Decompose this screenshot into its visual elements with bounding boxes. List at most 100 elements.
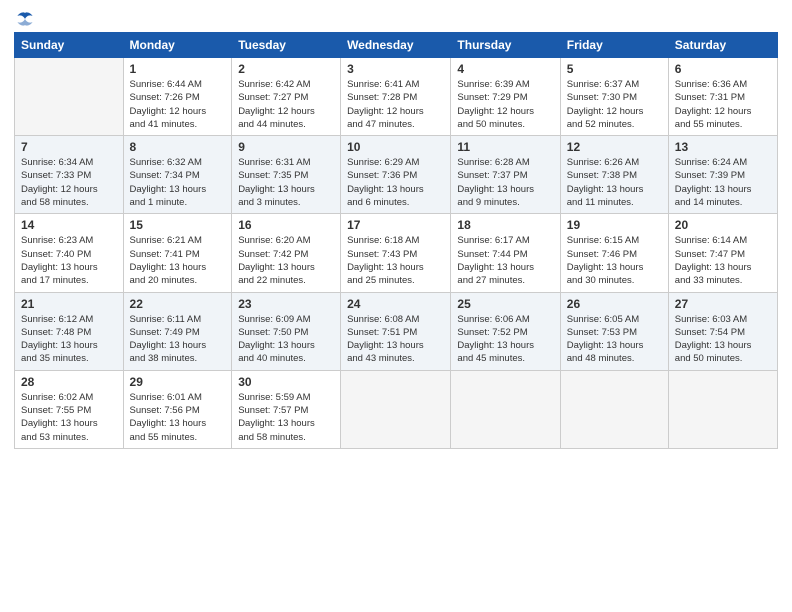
day-number: 2	[238, 62, 334, 76]
day-info: Sunrise: 6:09 AM Sunset: 7:50 PM Dayligh…	[238, 313, 334, 366]
day-number: 5	[567, 62, 662, 76]
day-number: 1	[130, 62, 226, 76]
day-number: 15	[130, 218, 226, 232]
header	[14, 10, 778, 24]
day-info: Sunrise: 6:26 AM Sunset: 7:38 PM Dayligh…	[567, 156, 662, 209]
day-number: 24	[347, 297, 444, 311]
day-number: 29	[130, 375, 226, 389]
calendar-day-cell: 5 Sunrise: 6:37 AM Sunset: 7:30 PM Daylig…	[560, 58, 668, 136]
day-number: 21	[21, 297, 117, 311]
day-info: Sunrise: 6:23 AM Sunset: 7:40 PM Dayligh…	[21, 234, 117, 287]
logo	[14, 10, 34, 24]
calendar-day-cell: 13 Sunrise: 6:24 AM Sunset: 7:39 PM Dayli…	[668, 136, 777, 214]
day-number: 10	[347, 140, 444, 154]
calendar-day-header: Monday	[123, 33, 232, 58]
calendar-week-row: 28 Sunrise: 6:02 AM Sunset: 7:55 PM Dayli…	[15, 370, 778, 448]
day-info: Sunrise: 6:20 AM Sunset: 7:42 PM Dayligh…	[238, 234, 334, 287]
day-number: 23	[238, 297, 334, 311]
calendar-day-cell	[451, 370, 560, 448]
calendar-day-cell: 14Sunrise: 6:23 AM Sunset: 7:40 PM Dayli…	[15, 214, 124, 292]
calendar-day-cell: 21 Sunrise: 6:12 AM Sunset: 7:48 PM Dayli…	[15, 292, 124, 370]
calendar-day-header: Thursday	[451, 33, 560, 58]
day-number: 26	[567, 297, 662, 311]
calendar-day-cell: 18 Sunrise: 6:17 AM Sunset: 7:44 PM Dayli…	[451, 214, 560, 292]
day-info: Sunrise: 6:12 AM Sunset: 7:48 PM Dayligh…	[21, 313, 117, 366]
day-info: Sunrise: 6:02 AM Sunset: 7:55 PM Dayligh…	[21, 391, 117, 444]
calendar-day-cell: 12Sunrise: 6:26 AM Sunset: 7:38 PM Dayli…	[560, 136, 668, 214]
calendar-day-cell: 20 Sunrise: 6:14 AM Sunset: 7:47 PM Dayli…	[668, 214, 777, 292]
calendar-day-header: Sunday	[15, 33, 124, 58]
calendar-week-row: 1 Sunrise: 6:44 AM Sunset: 7:26 PM Daylig…	[15, 58, 778, 136]
calendar-day-cell: 24 Sunrise: 6:08 AM Sunset: 7:51 PM Dayli…	[341, 292, 451, 370]
calendar-header-row: SundayMondayTuesdayWednesdayThursdayFrid…	[15, 33, 778, 58]
day-number: 28	[21, 375, 117, 389]
day-number: 27	[675, 297, 771, 311]
day-number: 17	[347, 218, 444, 232]
day-info: Sunrise: 6:14 AM Sunset: 7:47 PM Dayligh…	[675, 234, 771, 287]
day-info: Sunrise: 6:44 AM Sunset: 7:26 PM Dayligh…	[130, 78, 226, 131]
day-info: Sunrise: 6:05 AM Sunset: 7:53 PM Dayligh…	[567, 313, 662, 366]
calendar-day-cell: 30Sunrise: 5:59 AM Sunset: 7:57 PM Dayli…	[232, 370, 341, 448]
calendar-day-cell: 9 Sunrise: 6:31 AM Sunset: 7:35 PM Daylig…	[232, 136, 341, 214]
day-info: Sunrise: 6:03 AM Sunset: 7:54 PM Dayligh…	[675, 313, 771, 366]
calendar-week-row: 14Sunrise: 6:23 AM Sunset: 7:40 PM Dayli…	[15, 214, 778, 292]
calendar-day-header: Friday	[560, 33, 668, 58]
day-info: Sunrise: 6:29 AM Sunset: 7:36 PM Dayligh…	[347, 156, 444, 209]
day-info: Sunrise: 6:28 AM Sunset: 7:37 PM Dayligh…	[457, 156, 553, 209]
calendar-day-cell: 19 Sunrise: 6:15 AM Sunset: 7:46 PM Dayli…	[560, 214, 668, 292]
day-number: 16	[238, 218, 334, 232]
day-number: 25	[457, 297, 553, 311]
day-info: Sunrise: 6:41 AM Sunset: 7:28 PM Dayligh…	[347, 78, 444, 131]
calendar-day-cell: 2Sunrise: 6:42 AM Sunset: 7:27 PM Daylig…	[232, 58, 341, 136]
day-number: 22	[130, 297, 226, 311]
day-info: Sunrise: 6:15 AM Sunset: 7:46 PM Dayligh…	[567, 234, 662, 287]
calendar-day-cell	[560, 370, 668, 448]
calendar-day-cell: 27 Sunrise: 6:03 AM Sunset: 7:54 PM Dayli…	[668, 292, 777, 370]
day-info: Sunrise: 6:21 AM Sunset: 7:41 PM Dayligh…	[130, 234, 226, 287]
calendar-day-cell: 16 Sunrise: 6:20 AM Sunset: 7:42 PM Dayli…	[232, 214, 341, 292]
calendar-day-cell: 22Sunrise: 6:11 AM Sunset: 7:49 PM Dayli…	[123, 292, 232, 370]
day-info: Sunrise: 6:17 AM Sunset: 7:44 PM Dayligh…	[457, 234, 553, 287]
calendar-day-cell: 25 Sunrise: 6:06 AM Sunset: 7:52 PM Dayli…	[451, 292, 560, 370]
calendar-day-cell	[341, 370, 451, 448]
day-number: 30	[238, 375, 334, 389]
day-info: Sunrise: 6:37 AM Sunset: 7:30 PM Dayligh…	[567, 78, 662, 131]
calendar-day-cell: 15 Sunrise: 6:21 AM Sunset: 7:41 PM Dayli…	[123, 214, 232, 292]
day-info: Sunrise: 6:24 AM Sunset: 7:39 PM Dayligh…	[675, 156, 771, 209]
calendar-day-header: Tuesday	[232, 33, 341, 58]
calendar-day-cell: 28 Sunrise: 6:02 AM Sunset: 7:55 PM Dayli…	[15, 370, 124, 448]
day-info: Sunrise: 6:36 AM Sunset: 7:31 PM Dayligh…	[675, 78, 771, 131]
day-number: 9	[238, 140, 334, 154]
day-info: Sunrise: 6:08 AM Sunset: 7:51 PM Dayligh…	[347, 313, 444, 366]
day-number: 20	[675, 218, 771, 232]
calendar-day-cell: 7 Sunrise: 6:34 AM Sunset: 7:33 PM Daylig…	[15, 136, 124, 214]
calendar-day-cell: 6Sunrise: 6:36 AM Sunset: 7:31 PM Daylig…	[668, 58, 777, 136]
calendar-day-cell	[668, 370, 777, 448]
day-info: Sunrise: 6:39 AM Sunset: 7:29 PM Dayligh…	[457, 78, 553, 131]
calendar-day-cell: 8Sunrise: 6:32 AM Sunset: 7:34 PM Daylig…	[123, 136, 232, 214]
day-info: Sunrise: 6:06 AM Sunset: 7:52 PM Dayligh…	[457, 313, 553, 366]
calendar-day-header: Wednesday	[341, 33, 451, 58]
day-info: Sunrise: 6:34 AM Sunset: 7:33 PM Dayligh…	[21, 156, 117, 209]
calendar-day-cell	[15, 58, 124, 136]
day-info: Sunrise: 6:31 AM Sunset: 7:35 PM Dayligh…	[238, 156, 334, 209]
calendar-day-cell: 11 Sunrise: 6:28 AM Sunset: 7:37 PM Dayli…	[451, 136, 560, 214]
day-info: Sunrise: 6:18 AM Sunset: 7:43 PM Dayligh…	[347, 234, 444, 287]
day-number: 4	[457, 62, 553, 76]
day-number: 11	[457, 140, 553, 154]
day-number: 13	[675, 140, 771, 154]
calendar-day-cell: 23 Sunrise: 6:09 AM Sunset: 7:50 PM Dayli…	[232, 292, 341, 370]
logo-bird-icon	[16, 10, 34, 28]
calendar-day-cell: 26 Sunrise: 6:05 AM Sunset: 7:53 PM Dayli…	[560, 292, 668, 370]
day-info: Sunrise: 6:32 AM Sunset: 7:34 PM Dayligh…	[130, 156, 226, 209]
day-number: 19	[567, 218, 662, 232]
calendar-day-cell: 17 Sunrise: 6:18 AM Sunset: 7:43 PM Dayli…	[341, 214, 451, 292]
calendar-day-cell: 3 Sunrise: 6:41 AM Sunset: 7:28 PM Daylig…	[341, 58, 451, 136]
day-number: 3	[347, 62, 444, 76]
calendar-day-header: Saturday	[668, 33, 777, 58]
calendar-table: SundayMondayTuesdayWednesdayThursdayFrid…	[14, 32, 778, 449]
calendar-day-cell: 29Sunrise: 6:01 AM Sunset: 7:56 PM Dayli…	[123, 370, 232, 448]
calendar-day-cell: 10 Sunrise: 6:29 AM Sunset: 7:36 PM Dayli…	[341, 136, 451, 214]
day-number: 18	[457, 218, 553, 232]
day-number: 7	[21, 140, 117, 154]
